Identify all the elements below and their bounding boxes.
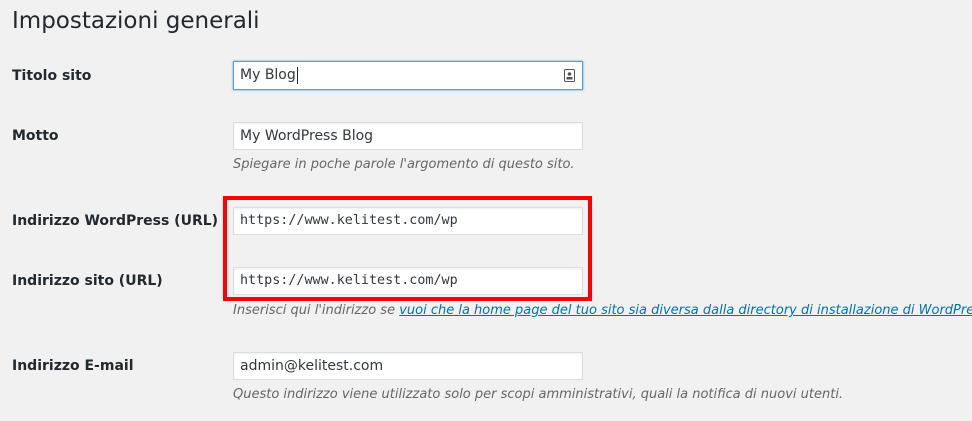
tagline-label: Motto [12,128,59,144]
admin-email-description: Questo indirizzo viene utilizzato solo p… [233,387,844,402]
site-title-value: My Blog [240,67,296,83]
contact-card-icon[interactable] [564,69,575,82]
site-url-label: Indirizzo sito (URL) [12,273,163,289]
site-url-description: Inserisci qui l'indirizzo se vuoi che la… [233,302,972,320]
site-title-input[interactable]: My Blog [233,61,583,90]
site-url-help-link[interactable]: vuoi che la home page del tuo sito sia d… [399,303,972,318]
highlight-box [223,196,592,301]
site-url-description-text: Inserisci qui l'indirizzo se [233,303,400,318]
admin-email-input[interactable]: admin@kelitest.com [233,352,583,380]
wordpress-url-label: Indirizzo WordPress (URL) [12,213,219,229]
site-title-label: Titolo sito [12,68,92,84]
page-title: Impostazioni generali [12,8,260,34]
tagline-description: Spiegare in poche parole l'argomento di … [233,157,575,172]
tagline-input[interactable]: My WordPress Blog [233,122,583,150]
text-caret [296,66,298,84]
admin-email-label: Indirizzo E-mail [12,358,134,374]
